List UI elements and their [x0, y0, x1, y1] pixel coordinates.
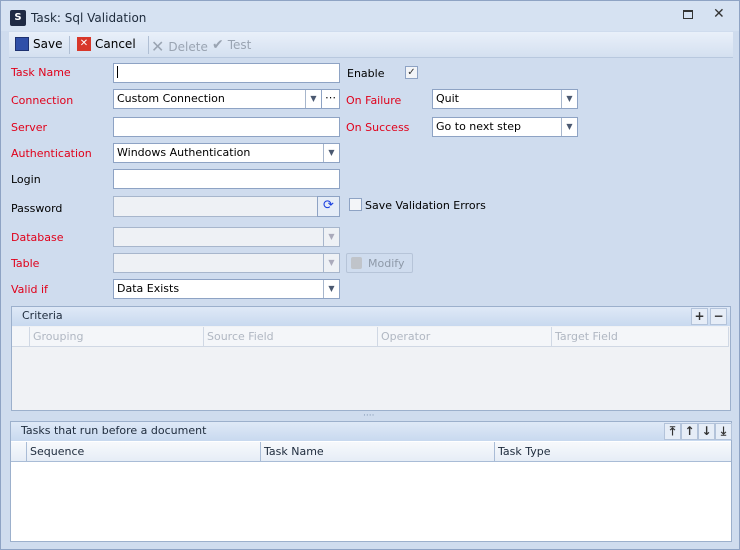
- valid-if-select[interactable]: Data Exists ▼: [113, 279, 340, 299]
- arrow-bottom-icon: ⤓: [720, 424, 727, 438]
- tasks-panel: Tasks that run before a document ⤒ ↑ ↓ ⤓…: [10, 421, 732, 542]
- connection-select[interactable]: Custom Connection ▼: [113, 89, 322, 109]
- on-failure-label: On Failure: [346, 94, 402, 107]
- refresh-icon: ⟳: [323, 198, 334, 213]
- test-button[interactable]: ✔ Test: [212, 37, 251, 53]
- password-input[interactable]: [113, 196, 318, 217]
- enable-checkbox[interactable]: ✓: [405, 66, 418, 79]
- delete-icon: ✕: [151, 37, 165, 56]
- task-name-label: Task Name: [11, 66, 71, 79]
- chevron-down-icon[interactable]: ▼: [323, 254, 339, 272]
- save-validation-errors-checkbox[interactable]: [349, 198, 362, 211]
- chevron-down-icon[interactable]: ▼: [305, 90, 321, 108]
- remove-criteria-button[interactable]: −: [710, 308, 727, 325]
- enable-label: Enable: [347, 67, 385, 80]
- save-validation-errors-label: Save Validation Errors: [365, 199, 486, 212]
- column-header[interactable]: Task Type: [495, 442, 731, 462]
- authentication-label: Authentication: [11, 147, 92, 160]
- arrow-top-icon: ⤒: [669, 424, 676, 438]
- toolbar: Save ✕ Cancel ✕ Delete ✔ Test: [9, 32, 733, 58]
- table-select[interactable]: ▼: [113, 253, 340, 273]
- connection-browse-button[interactable]: ⋯: [321, 89, 340, 109]
- criteria-grid-header: Grouping Source Field Operator Target Fi…: [12, 327, 729, 347]
- database-label: Database: [11, 231, 64, 244]
- column-header[interactable]: Operator: [378, 327, 552, 347]
- chevron-down-icon[interactable]: ▼: [323, 280, 339, 298]
- cancel-button[interactable]: ✕ Cancel: [77, 37, 136, 51]
- server-label: Server: [11, 121, 48, 134]
- on-failure-select[interactable]: Quit ▼: [432, 89, 578, 109]
- delete-button[interactable]: ✕ Delete: [151, 37, 208, 56]
- task-window: S Task: Sql Validation ✕ Save ✕ Cancel ✕ D…: [0, 0, 740, 550]
- valid-if-label: Valid if: [11, 283, 48, 296]
- database-icon: [351, 257, 362, 269]
- chevron-down-icon[interactable]: ▼: [323, 228, 339, 246]
- test-icon: ✔: [212, 37, 224, 53]
- login-label: Login: [11, 173, 41, 186]
- column-header[interactable]: Source Field: [204, 327, 378, 347]
- plus-icon: +: [694, 309, 705, 323]
- connection-label: Connection: [11, 94, 74, 107]
- on-success-select[interactable]: Go to next step ▼: [432, 117, 578, 137]
- minus-icon: −: [713, 309, 724, 323]
- close-icon[interactable]: ✕: [713, 6, 725, 22]
- chevron-down-icon[interactable]: ▼: [561, 118, 577, 136]
- move-down-button[interactable]: ↓: [698, 423, 715, 440]
- cancel-icon: ✕: [77, 37, 91, 51]
- title-bar: S Task: Sql Validation ✕: [1, 1, 739, 31]
- password-label: Password: [11, 202, 63, 215]
- save-button[interactable]: Save: [15, 37, 62, 51]
- tasks-grid-header: Sequence Task Name Task Type: [11, 442, 731, 462]
- on-success-label: On Success: [346, 121, 410, 134]
- authentication-select[interactable]: Windows Authentication ▼: [113, 143, 340, 163]
- criteria-panel: Criteria + − Grouping Source Field Opera…: [11, 306, 731, 411]
- move-top-button[interactable]: ⤒: [664, 423, 681, 440]
- move-up-button[interactable]: ↑: [681, 423, 698, 440]
- add-criteria-button[interactable]: +: [691, 308, 708, 325]
- tasks-header: Tasks that run before a document: [11, 422, 731, 441]
- criteria-header: Criteria: [12, 307, 730, 326]
- app-logo-icon: S: [10, 10, 26, 26]
- move-bottom-button[interactable]: ⤓: [715, 423, 732, 440]
- modify-button[interactable]: Modify: [346, 253, 413, 273]
- refresh-button[interactable]: ⟳: [317, 196, 340, 217]
- chevron-down-icon[interactable]: ▼: [323, 144, 339, 162]
- splitter-handle[interactable]: ····: [363, 411, 374, 421]
- column-header[interactable]: Grouping: [30, 327, 204, 347]
- window-title: Task: Sql Validation: [31, 11, 147, 25]
- ellipsis-icon: ⋯: [325, 91, 336, 104]
- table-label: Table: [11, 257, 40, 270]
- server-input[interactable]: [113, 117, 340, 137]
- column-header[interactable]: Target Field: [552, 327, 729, 347]
- task-name-input[interactable]: [113, 63, 340, 83]
- chevron-down-icon[interactable]: ▼: [561, 90, 577, 108]
- column-header[interactable]: Task Name: [261, 442, 495, 462]
- database-select[interactable]: ▼: [113, 227, 340, 247]
- login-input[interactable]: [113, 169, 340, 189]
- arrow-down-icon: ↓: [701, 424, 712, 438]
- save-icon: [15, 37, 29, 51]
- restore-icon[interactable]: [683, 10, 693, 19]
- arrow-up-icon: ↑: [684, 424, 695, 438]
- column-header[interactable]: Sequence: [27, 442, 261, 462]
